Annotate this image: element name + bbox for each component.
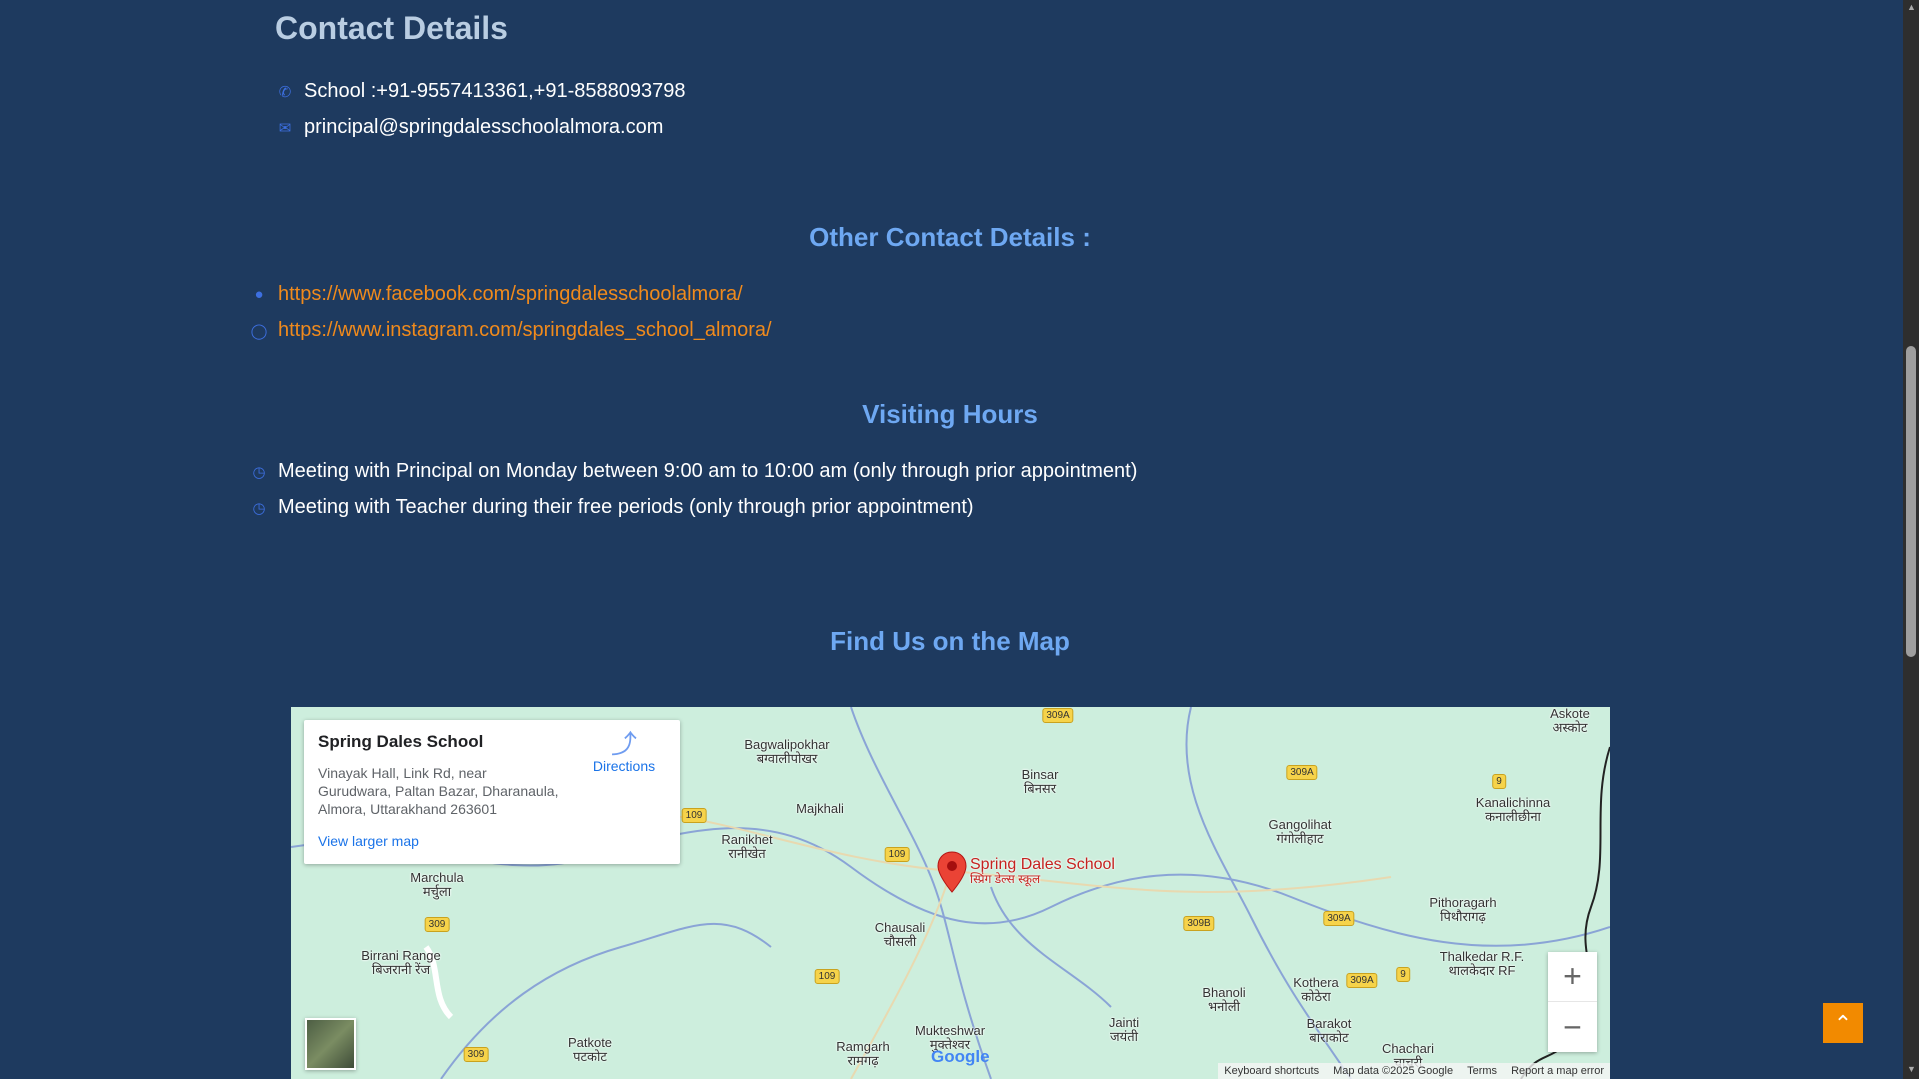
map-place: Pithoragarh पिथौरागढ़ bbox=[1429, 895, 1497, 924]
facebook-link[interactable]: https://www.facebook.com/springdalesscho… bbox=[278, 283, 743, 306]
directions-icon: ⤴ bbox=[610, 729, 637, 759]
map-place: Birrani Range बिजरानी रेंज bbox=[361, 948, 441, 977]
email-line: ✉ principal@springdalesschoolalmora.com bbox=[276, 116, 664, 139]
directions-button[interactable]: ⤴ Directions bbox=[584, 730, 664, 774]
map-place: Ramgarh रामगढ़ bbox=[836, 1039, 890, 1068]
instagram-icon: ◯ bbox=[250, 322, 268, 340]
email-icon: ✉ bbox=[278, 119, 292, 137]
scroll-down-arrow-icon[interactable]: ▼ bbox=[1907, 1064, 1916, 1074]
zoom-out-button[interactable]: − bbox=[1548, 1002, 1597, 1052]
phone-icon: ✆ bbox=[278, 83, 292, 101]
map-place: Bagwalipokhar बग्वालीपोखर bbox=[744, 737, 830, 766]
road-shield: 109 bbox=[681, 808, 707, 823]
embedded-map[interactable]: Bagwalipokhar बग्वालीपोखर Binsar बिनसर Maj… bbox=[291, 707, 1610, 1079]
visiting-text: Meeting with Principal on Monday between… bbox=[278, 460, 1138, 482]
map-place: Marchula मर्चुला bbox=[410, 870, 464, 899]
visiting-item: ◷ Meeting with Principal on Monday betwe… bbox=[250, 460, 1137, 483]
map-place: Majkhali bbox=[796, 801, 844, 816]
map-place: Binsar बिनसर bbox=[1021, 767, 1059, 796]
instagram-link[interactable]: https://www.instagram.com/springdales_sc… bbox=[278, 319, 772, 342]
visiting-item: ◷ Meeting with Teacher during their free… bbox=[250, 496, 974, 519]
map-data-text: Map data ©2025 Google bbox=[1333, 1065, 1454, 1077]
place-address: Vinayak Hall, Link Rd, near Gurudwara, Pa… bbox=[318, 765, 559, 817]
view-larger-map-link[interactable]: View larger map bbox=[318, 833, 419, 849]
map-place: Ranikhet रानीखेत bbox=[721, 832, 773, 861]
zoom-in-button[interactable]: + bbox=[1548, 952, 1597, 1002]
facebook-icon: ● bbox=[254, 286, 264, 303]
directions-label: Directions bbox=[592, 758, 656, 774]
facebook-line: ● https://www.facebook.com/springdalessc… bbox=[250, 283, 743, 306]
report-error-link[interactable]: Report a map error bbox=[1511, 1065, 1604, 1077]
contact-details-heading: Contact Details bbox=[275, 10, 508, 46]
map-pin-icon[interactable] bbox=[936, 850, 968, 894]
road-shield: 9 bbox=[1396, 967, 1410, 982]
map-place: Chausali चौसली bbox=[874, 920, 926, 949]
place-name: Spring Dales School bbox=[318, 732, 484, 751]
map-place: Jainti जयंती bbox=[1108, 1015, 1140, 1044]
satellite-toggle[interactable] bbox=[305, 1018, 356, 1070]
phone-line: ✆ School :+91-9557413361,+91-8588093798 bbox=[276, 80, 686, 103]
visiting-text: Meeting with Teacher during their free p… bbox=[278, 496, 974, 518]
road-shield: 309 bbox=[463, 1047, 489, 1062]
map-heading: Find Us on the Map bbox=[830, 626, 1070, 656]
road-shield: 109 bbox=[884, 847, 910, 862]
map-place: Thalkedar R.F. थालकेदार RF bbox=[1439, 949, 1525, 978]
road-shield: 309 bbox=[424, 917, 450, 932]
chevron-up-icon: ⌃ bbox=[1833, 1011, 1853, 1036]
keyboard-shortcuts-link[interactable]: Keyboard shortcuts bbox=[1224, 1065, 1319, 1077]
road-shield: 309A bbox=[1286, 765, 1318, 780]
google-logo: Google bbox=[931, 1047, 990, 1066]
road-shield: 9 bbox=[1492, 774, 1506, 789]
scrollbar[interactable]: ▲ ▼ bbox=[1903, 0, 1919, 1079]
place-info-card: Spring Dales School Vinayak Hall, Link R… bbox=[304, 720, 680, 864]
marker-label[interactable]: Spring Dales School स्प्रिंग डेल्स स्कूल bbox=[970, 857, 1115, 887]
road-shield: 309A bbox=[1323, 911, 1355, 926]
phone-text: School :+91-9557413361,+91-8588093798 bbox=[304, 80, 686, 102]
terms-link[interactable]: Terms bbox=[1467, 1065, 1497, 1077]
instagram-line: ◯ https://www.instagram.com/springdales_… bbox=[250, 319, 772, 342]
visiting-hours-heading: Visiting Hours bbox=[862, 399, 1038, 429]
map-place: Askote अस्कोट bbox=[1550, 707, 1590, 735]
map-attribution: Keyboard shortcuts Map data ©2025 Google… bbox=[1218, 1063, 1610, 1079]
clock-icon: ◷ bbox=[252, 499, 266, 517]
road-shield: 309B bbox=[1183, 916, 1215, 931]
map-place: Barakot बाराकोट bbox=[1306, 1016, 1352, 1045]
road-shield: 309A bbox=[1346, 973, 1378, 988]
map-place: Kothera कोठेरा bbox=[1293, 975, 1339, 1004]
scrollbar-thumb[interactable] bbox=[1906, 346, 1916, 657]
back-to-top-button[interactable]: ⌃ bbox=[1823, 1003, 1863, 1043]
map-place: Bhanoli भनोली bbox=[1202, 985, 1246, 1014]
road-shield: 109 bbox=[814, 969, 840, 984]
other-contact-heading: Other Contact Details : bbox=[809, 222, 1091, 252]
zoom-controls: + − bbox=[1548, 952, 1597, 1052]
email-text[interactable]: principal@springdalesschoolalmora.com bbox=[304, 116, 663, 139]
clock-icon: ◷ bbox=[252, 463, 266, 481]
map-place: Patkote पटकोट bbox=[567, 1035, 613, 1064]
road-shield: 309A bbox=[1042, 708, 1074, 723]
map-place: Gangolihat गंगोलीहाट bbox=[1268, 817, 1332, 846]
map-place: Kanalichinna कनालीछीना bbox=[1475, 795, 1551, 824]
scroll-up-arrow-icon[interactable]: ▲ bbox=[1907, 2, 1916, 12]
